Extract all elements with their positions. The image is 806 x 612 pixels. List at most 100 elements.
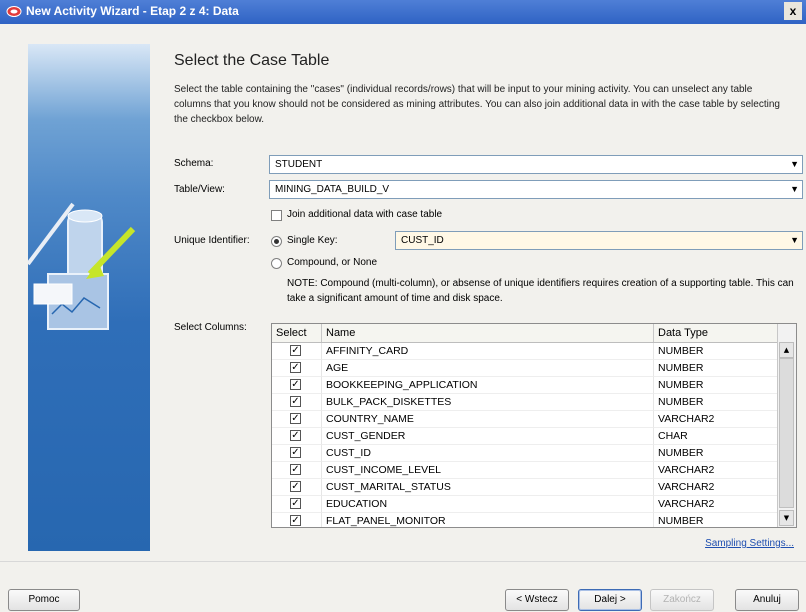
- single-key-dropdown[interactable]: CUST_ID ▼: [395, 231, 803, 250]
- table-row[interactable]: ✓ FLAT_PANEL_MONITOR NUMBER: [272, 513, 778, 527]
- table-row[interactable]: ✓ COUNTRY_NAME VARCHAR2: [272, 411, 778, 428]
- cancel-button[interactable]: Anuluj: [735, 589, 799, 611]
- arrow-up-icon[interactable]: ▲: [779, 342, 794, 358]
- column-select-checkbox[interactable]: ✓: [290, 430, 301, 441]
- join-data-checkbox[interactable]: [271, 210, 282, 221]
- table-view-label: Table/View:: [174, 184, 225, 195]
- single-key-radio[interactable]: [271, 236, 282, 247]
- column-select-checkbox[interactable]: ✓: [290, 413, 301, 424]
- column-select-checkbox[interactable]: ✓: [290, 481, 301, 492]
- single-key-value: CUST_ID: [401, 235, 444, 246]
- compound-radio[interactable]: [271, 258, 282, 269]
- column-select-checkbox[interactable]: ✓: [290, 379, 301, 390]
- select-cell: ✓: [272, 496, 322, 513]
- table-row[interactable]: ✓ BOOKKEEPING_APPLICATION NUMBER: [272, 377, 778, 394]
- select-cell: ✓: [272, 343, 322, 360]
- column-select-checkbox[interactable]: ✓: [290, 464, 301, 475]
- column-name: BOOKKEEPING_APPLICATION: [322, 377, 654, 394]
- sampling-settings-link[interactable]: Sampling Settings...: [705, 538, 794, 549]
- column-data-type: NUMBER: [654, 445, 778, 462]
- checkmark-icon: ✓: [291, 362, 300, 373]
- table-header: Select Name Data Type: [272, 324, 778, 343]
- table-row[interactable]: ✓ CUST_ID NUMBER: [272, 445, 778, 462]
- table-row[interactable]: ✓ CUST_INCOME_LEVEL VARCHAR2: [272, 462, 778, 479]
- table-row[interactable]: ✓ AGE NUMBER: [272, 360, 778, 377]
- table-scrollbar[interactable]: ▲ ▼: [777, 324, 796, 527]
- column-select-checkbox[interactable]: ✓: [290, 345, 301, 356]
- select-cell: ✓: [272, 513, 322, 527]
- next-button[interactable]: Dalej >: [578, 589, 642, 611]
- arrow-down-icon[interactable]: ▼: [779, 510, 794, 526]
- checkmark-icon: ✓: [291, 447, 300, 458]
- compound-label: Compound, or None: [287, 257, 378, 268]
- table-view-dropdown[interactable]: MINING_DATA_BUILD_V ▼: [269, 180, 803, 199]
- help-button[interactable]: Pomoc: [8, 589, 80, 611]
- column-data-type: NUMBER: [654, 513, 778, 527]
- column-select-checkbox[interactable]: ✓: [290, 515, 301, 526]
- select-cell: ✓: [272, 394, 322, 411]
- select-cell: ✓: [272, 462, 322, 479]
- checkmark-icon: ✓: [291, 413, 300, 424]
- checkmark-icon: ✓: [291, 481, 300, 492]
- column-data-type: VARCHAR2: [654, 411, 778, 428]
- columns-table: Select Name Data Type ✓ AFFINITY_CARD NUMB…: [271, 323, 797, 528]
- column-data-type: CHAR: [654, 428, 778, 445]
- column-data-type: VARCHAR2: [654, 479, 778, 496]
- column-data-type: NUMBER: [654, 343, 778, 360]
- back-button[interactable]: < Wstecz: [505, 589, 569, 611]
- chevron-down-icon: ▼: [790, 184, 799, 194]
- column-data-type: NUMBER: [654, 394, 778, 411]
- checkmark-icon: ✓: [291, 379, 300, 390]
- header-select[interactable]: Select: [272, 324, 322, 342]
- table-view-value: MINING_DATA_BUILD_V: [275, 184, 390, 195]
- column-name: CUST_GENDER: [322, 428, 654, 445]
- close-button[interactable]: x: [784, 2, 802, 20]
- schema-dropdown[interactable]: STUDENT ▼: [269, 155, 803, 174]
- column-name: EDUCATION: [322, 496, 654, 513]
- column-select-checkbox[interactable]: ✓: [290, 362, 301, 373]
- select-cell: ✓: [272, 360, 322, 377]
- window-title: New Activity Wizard - Etap 2 z 4: Data: [26, 4, 239, 18]
- finish-button[interactable]: Zakończ: [650, 589, 714, 611]
- join-data-label: Join additional data with case table: [287, 209, 443, 220]
- column-name: FLAT_PANEL_MONITOR: [322, 513, 654, 527]
- select-cell: ✓: [272, 445, 322, 462]
- column-data-type: NUMBER: [654, 360, 778, 377]
- select-cell: ✓: [272, 411, 322, 428]
- table-row[interactable]: ✓ BULK_PACK_DISKETTES NUMBER: [272, 394, 778, 411]
- column-name: COUNTRY_NAME: [322, 411, 654, 428]
- schema-value: STUDENT: [275, 159, 323, 170]
- column-select-checkbox[interactable]: ✓: [290, 396, 301, 407]
- unique-identifier-label: Unique Identifier:: [174, 235, 250, 246]
- header-name[interactable]: Name: [322, 324, 654, 342]
- checkmark-icon: ✓: [291, 345, 300, 356]
- chevron-down-icon: ▼: [790, 159, 799, 169]
- main-panel: Select the Case Table Select the table c…: [150, 24, 806, 561]
- title-bar: New Activity Wizard - Etap 2 z 4: Data x: [0, 0, 806, 24]
- wizard-footer: Pomoc < Wstecz Dalej > Zakończ Anuluj: [0, 561, 806, 612]
- checkmark-icon: ✓: [291, 498, 300, 509]
- header-data-type[interactable]: Data Type: [654, 324, 778, 342]
- scrollbar-thumb[interactable]: [779, 358, 794, 508]
- close-icon: x: [789, 4, 797, 18]
- column-select-checkbox[interactable]: ✓: [290, 498, 301, 509]
- select-cell: ✓: [272, 428, 322, 445]
- schema-label: Schema:: [174, 158, 214, 169]
- table-row[interactable]: ✓ CUST_MARITAL_STATUS VARCHAR2: [272, 479, 778, 496]
- column-data-type: NUMBER: [654, 377, 778, 394]
- table-row[interactable]: ✓ AFFINITY_CARD NUMBER: [272, 343, 778, 360]
- data-mining-illustration: [28, 202, 136, 330]
- column-data-type: VARCHAR2: [654, 462, 778, 479]
- table-row[interactable]: ✓ CUST_GENDER CHAR: [272, 428, 778, 445]
- column-name: CUST_MARITAL_STATUS: [322, 479, 654, 496]
- column-select-checkbox[interactable]: ✓: [290, 447, 301, 458]
- single-key-label: Single Key:: [287, 235, 338, 246]
- radio-selected-dot: [274, 239, 279, 244]
- page-description: Select the table containing the "cases" …: [174, 84, 780, 125]
- select-columns-label: Select Columns:: [174, 322, 247, 333]
- checkmark-icon: ✓: [291, 464, 300, 475]
- chevron-down-icon: ▼: [790, 235, 799, 245]
- wizard-side-banner: [28, 44, 150, 551]
- column-name: BULK_PACK_DISKETTES: [322, 394, 654, 411]
- table-row[interactable]: ✓ EDUCATION VARCHAR2: [272, 496, 778, 513]
